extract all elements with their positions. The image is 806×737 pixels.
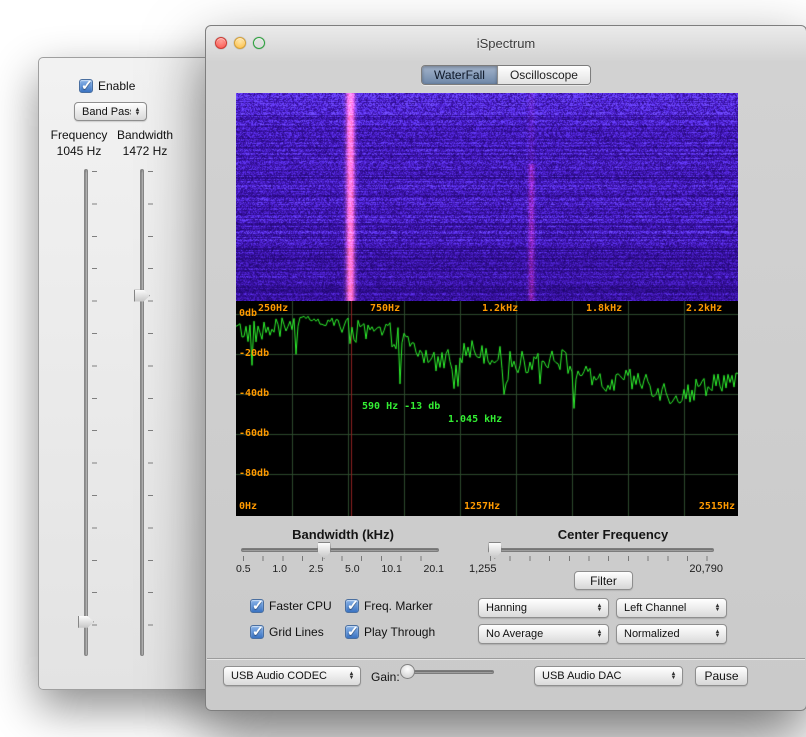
display-area: 0db -20db -40db -60db -80db 250Hz 750Hz … xyxy=(236,93,738,516)
bandwidth-tick-labels: 0.5 1.0 2.5 5.0 10.1 20.1 xyxy=(236,563,444,575)
grid-lines-label: Grid Lines xyxy=(269,625,324,639)
bandwidth-slider-track xyxy=(140,169,144,656)
bottom-bar-separator xyxy=(207,658,805,659)
popup-arrows-icon xyxy=(593,604,606,612)
filter-panel-window: Enable Band Pass Frequency Bandwidth 104… xyxy=(38,57,228,690)
channel-dropdown[interactable]: Left Channel xyxy=(616,598,727,618)
filter-button[interactable]: Filter xyxy=(574,571,633,590)
marker-readout: 590 Hz -13 db xyxy=(362,401,440,412)
gain-label: Gain: xyxy=(371,670,400,684)
faster-cpu-box[interactable] xyxy=(250,599,264,613)
window-function-dropdown[interactable]: Hanning xyxy=(478,598,609,618)
popup-arrows-icon xyxy=(345,672,358,680)
window-title: iSpectrum xyxy=(206,36,806,51)
popup-arrows-icon xyxy=(131,108,144,116)
faster-cpu-label: Faster CPU xyxy=(269,599,332,613)
faster-cpu-checkbox[interactable]: Faster CPU xyxy=(250,599,332,613)
play-through-box[interactable] xyxy=(345,625,359,639)
spectrum-canvas xyxy=(236,301,738,516)
filter-type-dropdown[interactable]: Band Pass xyxy=(74,102,147,121)
output-device-value: USB Audio DAC xyxy=(542,670,667,682)
play-through-checkbox[interactable]: Play Through xyxy=(345,625,435,639)
bandwidth-khz-track xyxy=(241,548,439,552)
channel-value: Left Channel xyxy=(624,602,711,614)
freq-marker-box[interactable] xyxy=(345,599,359,613)
tab-waterfall[interactable]: WaterFall xyxy=(422,66,497,84)
frequency-slider-ticks xyxy=(92,171,97,654)
center-frequency-slider[interactable] xyxy=(488,542,714,564)
frequency-slider[interactable] xyxy=(78,169,98,656)
bandwidth-khz-slider[interactable] xyxy=(241,542,439,564)
db-label-0: 0db xyxy=(239,308,257,319)
freq-label-1257hz: 1257Hz xyxy=(464,501,500,512)
filter-type-value: Band Pass xyxy=(82,106,131,118)
pause-button[interactable]: Pause xyxy=(695,666,748,686)
input-device-dropdown[interactable]: USB Audio CODEC xyxy=(223,666,361,686)
enable-checkbox-box[interactable] xyxy=(79,79,93,93)
db-label-40: -40db xyxy=(239,388,269,399)
window-function-value: Hanning xyxy=(486,602,593,614)
bandwidth-slider-ticks xyxy=(148,171,153,654)
grid-lines-checkbox[interactable]: Grid Lines xyxy=(250,625,324,639)
freq-label-2_2k: 2.2kHz xyxy=(686,303,722,314)
play-through-label: Play Through xyxy=(364,625,435,639)
freq-marker-checkbox[interactable]: Freq. Marker xyxy=(345,599,433,613)
bandwidth-label: Bandwidth xyxy=(113,128,177,142)
spectrum-panel: 0db -20db -40db -60db -80db 250Hz 750Hz … xyxy=(236,301,738,516)
gain-slider-track xyxy=(402,670,494,674)
freq-label-750: 750Hz xyxy=(370,303,400,314)
view-tabs: WaterFall Oscilloscope xyxy=(421,65,591,85)
center-frequency-track xyxy=(488,548,714,552)
bandwidth-value: 1472 Hz xyxy=(113,144,177,158)
center-freq-max: 20,790 xyxy=(689,563,723,575)
freq-label-1_8k: 1.8kHz xyxy=(586,303,622,314)
output-device-dropdown[interactable]: USB Audio DAC xyxy=(534,666,683,686)
normalization-dropdown[interactable]: Normalized xyxy=(616,624,727,644)
gain-slider[interactable] xyxy=(402,664,494,686)
db-label-60: -60db xyxy=(239,428,269,439)
bandwidth-slider-vertical[interactable] xyxy=(134,169,154,656)
frequency-label: Frequency xyxy=(47,128,111,142)
gain-slider-thumb[interactable] xyxy=(400,664,415,679)
freq-label-1_2k: 1.2kHz xyxy=(482,303,518,314)
waterfall-canvas xyxy=(236,93,738,301)
freq-label-0hz: 0Hz xyxy=(239,501,257,512)
popup-arrows-icon xyxy=(711,604,724,612)
center-readout: 1.045 kHz xyxy=(448,414,502,425)
ispectrum-window: iSpectrum WaterFall Oscilloscope 0db -20… xyxy=(205,25,806,711)
tick-1_0: 1.0 xyxy=(272,563,287,575)
frequency-slider-track xyxy=(84,169,88,656)
freq-label-2515hz: 2515Hz xyxy=(699,501,735,512)
db-label-80: -80db xyxy=(239,468,269,479)
center-frequency-ticks xyxy=(490,556,712,561)
tick-2_5: 2.5 xyxy=(309,563,324,575)
db-label-20: -20db xyxy=(239,348,269,359)
bandwidth-slider-label: Bandwidth (kHz) xyxy=(243,527,443,542)
freq-marker-label: Freq. Marker xyxy=(364,599,433,613)
tick-10_1: 10.1 xyxy=(381,563,401,575)
enable-checkbox[interactable]: Enable xyxy=(79,79,135,93)
center-frequency-label: Center Frequency xyxy=(513,527,713,542)
averaging-value: No Average xyxy=(486,628,593,640)
grid-lines-box[interactable] xyxy=(250,625,264,639)
averaging-dropdown[interactable]: No Average xyxy=(478,624,609,644)
enable-checkbox-label: Enable xyxy=(98,79,135,93)
popup-arrows-icon xyxy=(667,672,680,680)
bandwidth-khz-ticks xyxy=(243,556,437,561)
tick-20_1: 20.1 xyxy=(424,563,444,575)
center-freq-min: 1,255 xyxy=(469,563,497,575)
tab-oscilloscope[interactable]: Oscilloscope xyxy=(497,66,590,84)
freq-label-250: 250Hz xyxy=(258,303,288,314)
tick-0_5: 0.5 xyxy=(236,563,251,575)
popup-arrows-icon xyxy=(711,630,724,638)
frequency-value: 1045 Hz xyxy=(47,144,111,158)
popup-arrows-icon xyxy=(593,630,606,638)
tick-5_0: 5.0 xyxy=(345,563,360,575)
input-device-value: USB Audio CODEC xyxy=(231,670,345,682)
normalization-value: Normalized xyxy=(624,628,711,640)
